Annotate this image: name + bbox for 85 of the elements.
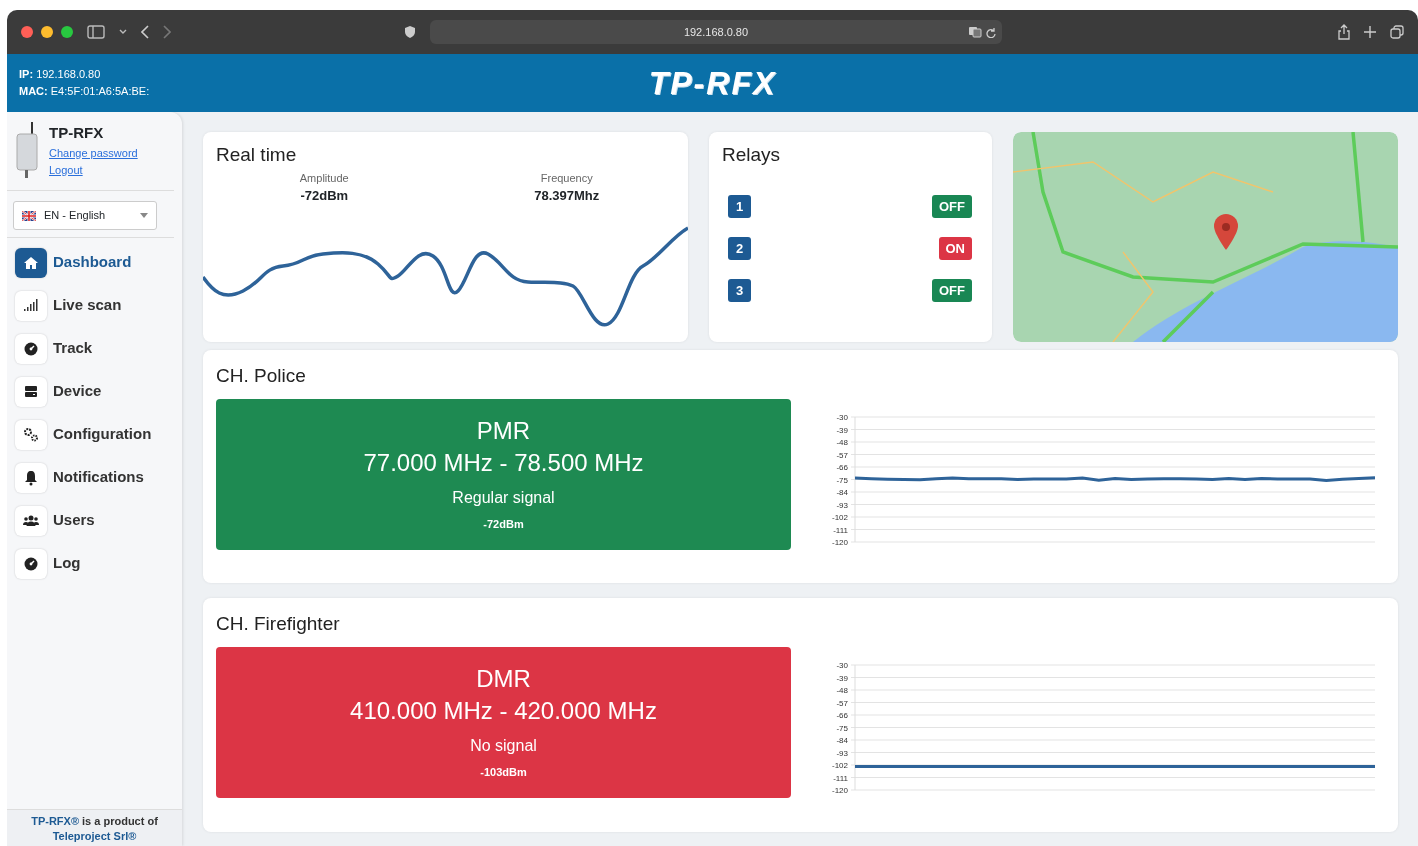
signal-status: Regular signal bbox=[451, 487, 556, 508]
share-icon[interactable] bbox=[1338, 24, 1350, 40]
amplitude-label: Amplitude bbox=[298, 170, 350, 186]
y-tick-label: -75 bbox=[836, 475, 848, 484]
y-tick-label: -102 bbox=[832, 760, 848, 770]
tabs-icon[interactable] bbox=[1390, 25, 1404, 39]
sidebar-item[interactable]: Device bbox=[7, 370, 182, 413]
y-tick-label: -120 bbox=[832, 785, 848, 795]
y-tick-label: -84 bbox=[836, 735, 848, 745]
card-title: Real time bbox=[215, 143, 298, 167]
zoom-button[interactable] bbox=[61, 26, 73, 38]
sidebar-item[interactable]: Log bbox=[7, 542, 182, 585]
y-tick-label: -102 bbox=[832, 512, 848, 522]
mac-address: MAC: E4:5F:01:A6:5A:BE: bbox=[19, 84, 150, 99]
y-tick-label: -57 bbox=[836, 698, 848, 707]
channel-range: 77.000 MHz - 78.500 MHz bbox=[362, 447, 645, 478]
y-tick-label: -48 bbox=[836, 437, 848, 447]
y-tick-label: -84 bbox=[836, 487, 848, 497]
caret-icon bbox=[140, 213, 148, 218]
gauge-icon bbox=[23, 340, 39, 357]
company-link[interactable]: Teleproject Srl® bbox=[52, 830, 137, 842]
relay-number: 2 bbox=[728, 236, 752, 261]
sidebar-toggle-icon[interactable] bbox=[87, 25, 105, 39]
card-title: CH. Police bbox=[216, 364, 307, 388]
device-name: TP-RFX bbox=[49, 123, 105, 143]
y-tick-label: -120 bbox=[832, 537, 848, 547]
frequency-label: Frequency bbox=[539, 170, 594, 186]
footer-credit: TP-RFX® is a product of Teleproject Srl® bbox=[7, 809, 182, 846]
chevron-down-icon[interactable] bbox=[119, 29, 127, 35]
sidebar-item[interactable]: Live scan bbox=[7, 284, 182, 327]
server-icon bbox=[23, 383, 39, 400]
language-select[interactable]: EN - English bbox=[13, 201, 157, 230]
sidebar-item[interactable]: Notifications bbox=[7, 456, 182, 499]
y-tick-label: -66 bbox=[836, 462, 848, 472]
channel-mode: DMR bbox=[475, 663, 532, 694]
y-tick-label: -111 bbox=[833, 525, 848, 534]
forward-icon[interactable] bbox=[163, 25, 171, 39]
y-tick-label: -39 bbox=[836, 425, 848, 434]
sidebar-item[interactable]: Dashboard bbox=[7, 241, 182, 284]
gears-icon bbox=[23, 426, 39, 443]
logo: TP-RFX bbox=[648, 64, 777, 103]
back-icon[interactable] bbox=[141, 25, 149, 39]
account-link[interactable]: Logout bbox=[49, 161, 138, 179]
brand-link[interactable]: TP-RFX® bbox=[31, 815, 79, 827]
signal-status: No signal bbox=[469, 735, 538, 756]
signal-bars-icon bbox=[23, 297, 39, 314]
bell-icon bbox=[23, 469, 39, 486]
card-title: Relays bbox=[722, 143, 782, 167]
shield-icon[interactable] bbox=[404, 25, 416, 39]
plus-icon[interactable] bbox=[1364, 26, 1376, 38]
amplitude-value: -72dBm bbox=[299, 187, 350, 205]
y-tick-label: -39 bbox=[836, 673, 848, 682]
y-tick-label: -111 bbox=[833, 773, 848, 782]
relay-state[interactable]: OFF bbox=[932, 194, 972, 219]
address-bar[interactable]: 192.168.0.80 bbox=[430, 20, 1002, 44]
signal-reading: -72dBm bbox=[482, 516, 525, 532]
y-tick-label: -57 bbox=[836, 450, 848, 459]
minimize-button[interactable] bbox=[41, 26, 53, 38]
card-title: CH. Firefighter bbox=[216, 612, 341, 636]
signal-reading: -103dBm bbox=[479, 764, 528, 780]
y-tick-label: -30 bbox=[836, 412, 848, 422]
account-link[interactable]: Change password bbox=[49, 144, 138, 162]
relay-state[interactable]: ON bbox=[938, 236, 972, 261]
relay-number: 1 bbox=[728, 194, 752, 219]
y-tick-label: -75 bbox=[836, 723, 848, 732]
y-tick-label: -93 bbox=[836, 748, 848, 757]
home-icon bbox=[23, 254, 39, 271]
channel-range: 410.000 MHz - 420.000 MHz bbox=[349, 695, 658, 726]
translate-icon[interactable] bbox=[968, 26, 982, 38]
frequency-value: 78.397Mhz bbox=[533, 187, 601, 205]
sidebar-item[interactable]: Configuration bbox=[7, 413, 182, 456]
channel-mode: PMR bbox=[475, 415, 532, 446]
y-tick-label: -30 bbox=[836, 660, 848, 670]
gauge-icon bbox=[23, 555, 39, 572]
relay-state[interactable]: OFF bbox=[932, 278, 972, 303]
reload-icon[interactable] bbox=[986, 27, 996, 38]
y-tick-label: -48 bbox=[836, 685, 848, 695]
sidebar-item[interactable]: Track bbox=[7, 327, 182, 370]
ip-address: IP: 192.168.0.80 bbox=[19, 67, 102, 82]
y-tick-label: -66 bbox=[836, 710, 848, 720]
close-button[interactable] bbox=[21, 26, 33, 38]
flag-icon bbox=[22, 210, 36, 221]
y-tick-label: -93 bbox=[836, 500, 848, 509]
sidebar-item[interactable]: Users bbox=[7, 499, 182, 542]
relay-number: 3 bbox=[728, 278, 752, 303]
